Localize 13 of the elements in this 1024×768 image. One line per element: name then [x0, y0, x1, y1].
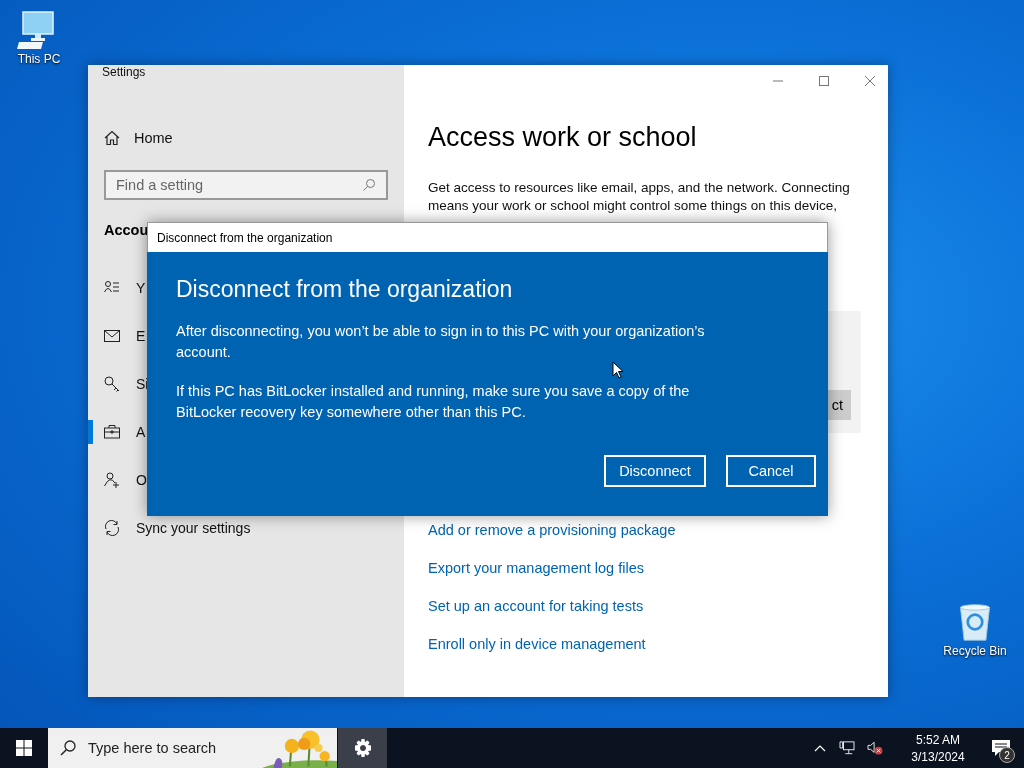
page-heading: Access work or school [428, 122, 698, 153]
dialog-title: Disconnect from the organization [147, 222, 828, 252]
section-heading: Accou [104, 222, 149, 238]
window-title: Settings [102, 65, 147, 81]
clock-time: 5:52 AM [916, 732, 960, 747]
dialog-heading: Disconnect from the organization [176, 276, 514, 303]
page-description: Get access to resources like email, apps, and the network. Connecting means your work or school might control some things on this device, [428, 179, 851, 215]
desktop-icon-label: This PC [17, 52, 61, 66]
dialog-message: After disconnecting, you won’t be able to sign in to this PC with your organization’s account. [176, 322, 706, 362]
notification-badge: 2 [999, 747, 1015, 763]
dialog-message: If this PC has BitLocker installed and running, make sure you save a copy of the BitLocker recovery key somewhere other than this PC. [176, 382, 691, 422]
clock-date: 3/13/2024 [911, 749, 965, 764]
desktop-icon-label: Recycle Bin [943, 644, 1007, 658]
